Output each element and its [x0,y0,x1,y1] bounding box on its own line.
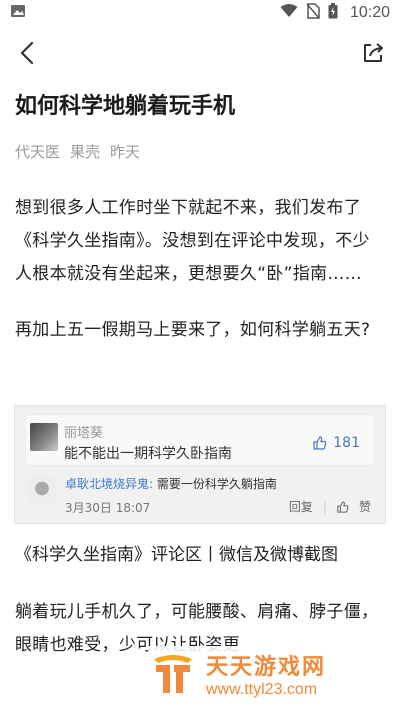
back-arrow-icon [20,41,34,65]
comment-user: 卓耿北境烧异鬼: [65,477,154,491]
comment-2: 卓耿北境烧异鬼: 需要一份科学久躺指南 3月30日 18:07 回复 | 赞 [25,469,375,519]
share-button[interactable] [358,38,388,68]
comment-text: 能不能出一期科学久卧指南 [64,446,232,462]
wifi-icon [280,4,298,22]
comment-screenshot-image[interactable]: 丽塔葵 能不能出一期科学久卧指南 181 卓耿北境烧异鬼: 需要一份科学久躺指南… [14,405,386,524]
image-caption: 《科学久坐指南》评论区丨微信及微博截图 [15,545,338,565]
comment-1: 丽塔葵 能不能出一期科学久卧指南 181 [25,414,375,466]
image-notification-icon [10,4,26,22]
thumbs-up-icon [337,500,349,513]
avatar [27,475,57,505]
comment-date: 3月30日 18:07 [65,501,151,515]
watermark-url: www.ttyl23.com [206,681,318,698]
source[interactable]: 果壳 [70,141,100,162]
like-count: 181 [333,435,360,451]
share-icon [364,43,383,62]
site-watermark: 天天游戏网 www.ttyl23.com [148,646,388,702]
article-paragraph: 想到很多人工作时坐下就起不来，我们发布了《科学久坐指南》。没想到在评论中发现，不… [15,198,370,284]
comment-text: 需要一份科学久躺指南 [156,477,277,491]
article-title: 如何科学地躺着玩手机 [15,94,236,119]
article-meta: 代天医 果壳 昨天 [15,141,140,162]
watermark-name: 天天游戏网 [206,655,327,680]
status-time: 10:20 [349,4,390,21]
like-label: 赞 [358,500,371,514]
publish-date: 昨天 [110,143,141,161]
site-logo-icon [154,655,192,693]
article-paragraph: 再加上五一假期马上要来了，如何科学躺五天? [15,320,371,340]
avatar [30,423,58,451]
author[interactable]: 代天医 [15,141,60,162]
divider: | [322,499,327,514]
status-bar: 10:20 [0,0,400,26]
nav-bar [0,30,400,76]
comment-user: 丽塔葵 [64,426,104,441]
reply-label: 回复 [288,500,313,514]
back-button[interactable] [12,38,42,68]
comment-like: 181 [313,435,360,451]
battery-icon [328,3,338,23]
no-sim-icon [306,3,320,23]
thumbs-up-icon [313,436,327,450]
comment-line: 卓耿北境烧异鬼: 需要一份科学久躺指南 [65,475,277,492]
comment-actions: 回复 | 赞 [289,498,371,515]
watermark-text: 天天游戏网 www.ttyl23.com [206,649,326,699]
